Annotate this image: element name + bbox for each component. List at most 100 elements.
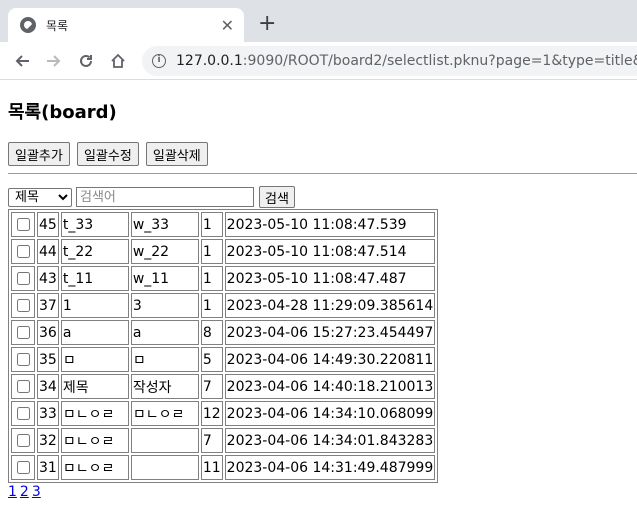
table-row: 44 t_22 w_22 1 2023-05-10 11:08:47.514 [11, 239, 436, 264]
back-arrow-icon[interactable] [6, 45, 38, 77]
address-bar[interactable]: i 127.0.0.1:9090/ROOT/board2/selectlist.… [142, 45, 637, 76]
site-info-icon[interactable]: i [152, 53, 166, 68]
page-link[interactable]: 1 [8, 484, 17, 500]
row-checkbox-cell [11, 293, 35, 318]
row-checkbox[interactable] [16, 461, 30, 474]
row-writer: ㅁ [130, 347, 199, 372]
row-title[interactable]: ㅁㄴㅇㄹ [60, 428, 129, 453]
bulk-delete-button[interactable]: 일괄삭제 [145, 142, 208, 166]
row-checkbox[interactable] [16, 245, 30, 258]
row-title[interactable]: t_33 [60, 212, 129, 237]
close-tab-icon[interactable]: ✕ [221, 16, 234, 35]
row-checkbox-cell [11, 455, 35, 480]
search-form: 제목 검색 [8, 186, 629, 208]
row-hit-count: 7 [200, 428, 223, 453]
page-link[interactable]: 3 [32, 484, 41, 500]
home-icon[interactable] [102, 45, 134, 77]
row-title[interactable]: 제목 [60, 374, 129, 399]
row-title[interactable]: ㅁ [60, 347, 129, 372]
table-row: 33 ㅁㄴㅇㄹ ㅁㄴㅇㄹ 12 2023-04-06 14:34:10.068099 [11, 401, 436, 426]
row-number: 35 [37, 347, 59, 372]
row-checkbox-cell [11, 212, 35, 237]
tab-title: 목록 [46, 18, 69, 33]
search-type-select[interactable]: 제목 [8, 187, 72, 207]
row-date: 2023-04-06 14:31:49.487999 [224, 455, 436, 480]
reload-icon[interactable] [70, 45, 102, 77]
row-checkbox[interactable] [16, 353, 30, 366]
row-date: 2023-04-06 14:34:01.843283 [224, 428, 436, 453]
row-number: 32 [37, 428, 59, 453]
row-hit-count: 1 [200, 239, 223, 264]
row-writer [130, 455, 199, 480]
row-number: 37 [37, 293, 59, 318]
row-hit-count: 1 [200, 293, 223, 318]
row-hit-count: 8 [200, 320, 223, 345]
row-writer: 3 [130, 293, 199, 318]
row-hit-count: 1 [200, 266, 223, 291]
row-hit-count: 7 [200, 374, 223, 399]
row-date: 2023-04-06 14:40:18.210013 [224, 374, 436, 399]
row-checkbox[interactable] [16, 326, 30, 339]
row-title[interactable]: 1 [60, 293, 129, 318]
row-number: 43 [37, 266, 59, 291]
row-checkbox-cell [11, 347, 35, 372]
row-number: 36 [37, 320, 59, 345]
row-checkbox[interactable] [16, 218, 30, 231]
row-number: 34 [37, 374, 59, 399]
row-checkbox[interactable] [16, 299, 30, 312]
row-checkbox[interactable] [16, 407, 30, 420]
row-writer: 작성자 [130, 374, 199, 399]
row-hit-count: 1 [200, 212, 223, 237]
row-date: 2023-05-10 11:08:47.514 [224, 239, 436, 264]
row-hit-count: 5 [200, 347, 223, 372]
browser-tab[interactable]: 목록 ✕ [8, 8, 244, 42]
table-row: 34 제목 작성자 7 2023-04-06 14:40:18.210013 [11, 374, 436, 399]
row-date: 2023-05-10 11:08:47.539 [224, 212, 436, 237]
table-row: 36 a a 8 2023-04-06 15:27:23.454497 [11, 320, 436, 345]
row-hit-count: 11 [200, 455, 223, 480]
row-checkbox-cell [11, 428, 35, 453]
page-link[interactable]: 2 [20, 484, 29, 500]
pagination: 123 [8, 484, 629, 500]
bulk-add-button[interactable]: 일괄추가 [8, 142, 70, 166]
row-writer: a [130, 320, 199, 345]
row-title[interactable]: a [60, 320, 129, 345]
row-checkbox-cell [11, 239, 35, 264]
search-button[interactable]: 검색 [259, 186, 295, 208]
row-checkbox[interactable] [16, 272, 30, 285]
bulk-edit-button[interactable]: 일괄수정 [76, 142, 139, 166]
new-tab-icon[interactable]: + [258, 12, 276, 36]
globe-icon [20, 17, 36, 33]
board-table: 45 t_33 w_33 1 2023-05-10 11:08:47.539 44 t_22… [8, 209, 439, 483]
row-number: 45 [37, 212, 59, 237]
page-content: 목록(board) 일괄추가 일괄수정 일괄삭제 제목 검색 45t_33w_3… [0, 80, 637, 508]
row-checkbox[interactable] [16, 434, 30, 447]
table-row: 37 1 3 1 2023-04-28 11:29:09.385614 [11, 293, 436, 318]
forward-arrow-icon[interactable] [38, 45, 70, 77]
row-checkbox-cell [11, 401, 35, 426]
row-checkbox-cell [11, 320, 35, 345]
row-title[interactable]: t_22 [60, 239, 129, 264]
row-number: 44 [37, 239, 59, 264]
row-checkbox-cell [11, 374, 35, 399]
tab-strip: 목록 ✕ + [0, 0, 637, 42]
row-writer: w_11 [130, 266, 199, 291]
search-input[interactable] [76, 187, 254, 207]
table-row: 43 t_11 w_11 1 2023-05-10 11:08:47.487 [11, 266, 436, 291]
row-checkbox-cell [11, 266, 35, 291]
table-row: 31 ㅁㄴㅇㄹ 11 2023-04-06 14:31:49.487999 [11, 455, 436, 480]
table-row: 32 ㅁㄴㅇㄹ 7 2023-04-06 14:34:01.843283 [11, 428, 436, 453]
row-writer: ㅁㄴㅇㄹ [130, 401, 199, 426]
address-path: :9090/ROOT/board2/selectlist.pknu?page=1… [242, 52, 637, 69]
page-title: 목록(board) [8, 102, 117, 123]
row-date: 2023-04-06 14:49:30.220811 [224, 347, 436, 372]
row-writer [130, 428, 199, 453]
row-number: 33 [37, 401, 59, 426]
row-date: 2023-04-06 15:27:23.454497 [224, 320, 436, 345]
row-title[interactable]: ㅁㄴㅇㄹ [60, 401, 129, 426]
row-checkbox[interactable] [16, 380, 30, 393]
row-date: 2023-05-10 11:08:47.487 [224, 266, 436, 291]
row-title[interactable]: ㅁㄴㅇㄹ [60, 455, 129, 480]
row-title[interactable]: t_11 [60, 266, 129, 291]
row-writer: w_22 [130, 239, 199, 264]
